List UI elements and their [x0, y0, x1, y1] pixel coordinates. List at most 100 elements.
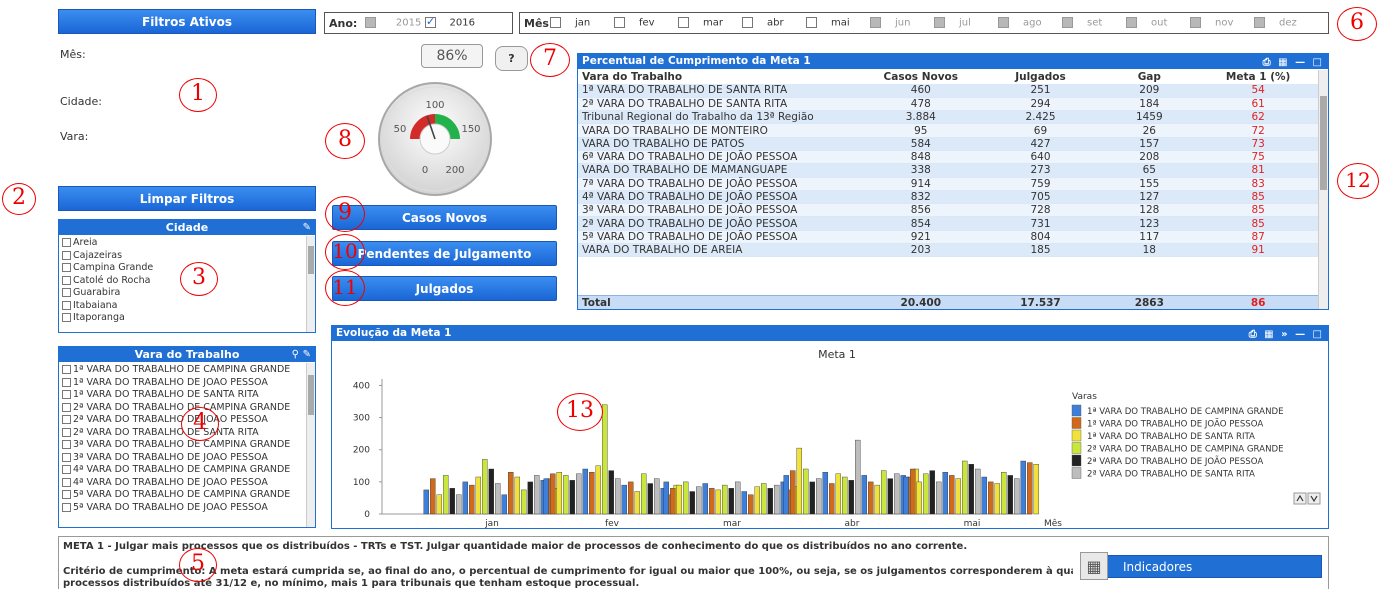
list-item[interactable]: 5ª VARA DO TRABALHO DE JOÃO PESSOA — [62, 502, 307, 515]
month-option-jul[interactable]: jul — [934, 17, 971, 29]
gauge-tick-label: 50 — [394, 124, 407, 135]
list-item[interactable]: Guarabira — [62, 287, 302, 300]
table-cell: 478 — [860, 97, 981, 112]
help-button-label: ? — [508, 52, 515, 65]
eraser-icon[interactable]: ✎ — [303, 347, 311, 362]
year-option-2015[interactable]: 2015 — [365, 17, 421, 29]
month-option-out[interactable]: out — [1126, 17, 1167, 29]
annotation-marker: 9 — [325, 196, 365, 232]
export-excel-icon[interactable]: ▦ — [1264, 329, 1275, 340]
month-option-abr[interactable]: abr — [742, 17, 784, 29]
pendentes-button[interactable]: Pendentes de Julgamento — [332, 241, 557, 266]
table-row[interactable]: VARA DO TRABALHO DE AREIA 203 185 18 91 — [578, 243, 1318, 258]
percent-display: 86% — [421, 44, 483, 68]
julgados-button[interactable]: Julgados — [332, 276, 557, 301]
list-item[interactable]: 3ª VARA DO TRABALHO DE JOÃO PESSOA — [62, 452, 307, 465]
table-row[interactable]: 6ª VARA DO TRABALHO DE JOÃO PESSOA 848 640… — [578, 150, 1318, 165]
month-option-dez[interactable]: dez — [1254, 17, 1297, 29]
annotation-marker: 4 — [181, 407, 219, 441]
list-item[interactable]: 1ª VARA DO TRABALHO DE CAMPINA GRANDE — [62, 364, 307, 377]
help-button[interactable]: ? — [495, 46, 528, 71]
table-header-row: Vara do Trabalho Casos Novos Julgados Gap Me… — [578, 70, 1318, 84]
minimize-icon[interactable]: — — [1295, 329, 1307, 340]
x-tick-label: fev — [605, 519, 620, 529]
list-item[interactable]: 5ª VARA DO TRABALHO DE CAMPINA GRANDE — [62, 489, 307, 502]
month-option-set[interactable]: set — [1062, 17, 1102, 29]
table-row[interactable]: VARA DO TRABALHO DE MAMANGUAPE 338 273 65 81 — [578, 163, 1318, 178]
vara-header: Vara do Trabalho ⚲ ✎ — [59, 347, 315, 362]
window-controls[interactable]: ⎙ ▦ — □ — [1263, 55, 1324, 70]
maximize-icon[interactable]: □ — [1313, 329, 1324, 340]
column-header[interactable]: Casos Novos — [860, 70, 981, 84]
minimize-icon[interactable]: — — [1295, 57, 1307, 68]
column-header[interactable]: Meta 1 (%) — [1198, 70, 1318, 84]
month-option-jun[interactable]: jun — [870, 17, 910, 29]
total-cell: 86 — [1198, 296, 1318, 309]
expand-icon[interactable]: » — [1281, 329, 1289, 340]
list-item[interactable]: Areia — [62, 237, 302, 250]
print-icon[interactable]: ⎙ — [1263, 57, 1273, 68]
table-row[interactable]: 3ª VARA DO TRABALHO DE JOÃO PESSOA 856 728… — [578, 203, 1318, 218]
month-option-nov[interactable]: nov — [1190, 17, 1233, 29]
scroll-thumb[interactable] — [308, 246, 314, 274]
annotation-marker: 13 — [557, 393, 603, 431]
column-header[interactable]: Gap — [1100, 70, 1199, 84]
list-item[interactable]: 4ª VARA DO TRABALHO DE JOÃO PESSOA — [62, 477, 307, 490]
list-item[interactable]: Cajazeiras — [62, 250, 302, 263]
month-option-mai[interactable]: mai — [806, 17, 850, 29]
chart-bar — [508, 471, 514, 515]
chart-bar — [501, 494, 508, 515]
search-icon[interactable]: ⚲ — [292, 347, 299, 362]
legend-scroll-up-icon[interactable] — [1293, 492, 1307, 505]
chart-bar — [923, 473, 929, 515]
chart-bar — [829, 483, 835, 515]
export-excel-icon[interactable]: ▦ — [1278, 57, 1289, 68]
clear-filters-button[interactable]: Limpar Filtros — [58, 186, 316, 211]
chart-bar — [702, 483, 708, 515]
casos-novos-button[interactable]: Casos Novos — [332, 205, 557, 230]
meta-table-scrollbar[interactable] — [1318, 70, 1328, 309]
print-icon[interactable]: ⎙ — [1249, 329, 1259, 340]
window-controls[interactable]: ⎙ ▦ » — □ — [1249, 327, 1324, 342]
filters-title: Filtros Ativos — [142, 15, 232, 29]
table-row[interactable]: 2ª VARA DO TRABALHO DE JOÃO PESSOA 854 731… — [578, 216, 1318, 231]
chart-bar — [916, 481, 922, 515]
month-option-ago[interactable]: ago — [998, 17, 1042, 29]
list-item[interactable]: Itabaiana — [62, 300, 302, 313]
month-option-mar[interactable]: mar — [678, 17, 723, 29]
cidade-scrollbar[interactable] — [306, 236, 315, 332]
list-item[interactable]: 4ª VARA DO TRABALHO DE CAMPINA GRANDE — [62, 464, 307, 477]
chart-bar — [576, 473, 582, 515]
y-tick-label: 400 — [353, 381, 370, 391]
table-cell: 1459 — [1100, 110, 1199, 125]
vara-scrollbar[interactable] — [306, 363, 315, 527]
month-option-fev[interactable]: fev — [614, 17, 655, 29]
list-item[interactable]: 1ª VARA DO TRABALHO DE SANTA RITA — [62, 389, 307, 402]
table-row[interactable]: VARA DO TRABALHO DE MONTEIRO 95 69 26 72 — [578, 123, 1318, 138]
table-row[interactable]: Tribunal Regional do Trabalho da 13ª Reg… — [578, 110, 1318, 125]
checkbox-icon — [62, 288, 71, 297]
eraser-icon[interactable]: ✎ — [303, 220, 311, 235]
legend-scroll-down-icon[interactable] — [1307, 492, 1321, 505]
scroll-thumb[interactable] — [308, 375, 314, 415]
table-row[interactable]: 1ª VARA DO TRABALHO DE SANTA RITA 460 251 2… — [578, 84, 1318, 98]
legend-title: Varas — [1072, 392, 1097, 402]
column-header[interactable]: Julgados — [980, 70, 1101, 84]
list-item[interactable]: Itaporanga — [62, 312, 302, 325]
year-option-2016[interactable]: 2016 — [425, 15, 475, 29]
maximize-icon[interactable]: □ — [1313, 57, 1324, 68]
table-row[interactable]: 4ª VARA DO TRABALHO DE JOÃO PESSOA 832 705… — [578, 190, 1318, 205]
legend-swatch — [1071, 429, 1082, 442]
column-header[interactable]: Vara do Trabalho — [578, 70, 861, 84]
total-cell: 17.537 — [980, 296, 1101, 309]
table-row[interactable]: 2ª VARA DO TRABALHO DE SANTA RITA 478 294 1… — [578, 97, 1318, 112]
list-item[interactable]: 3ª VARA DO TRABALHO DE CAMPINA GRANDE — [62, 439, 307, 452]
list-item[interactable]: 1ª VARA DO TRABALHO DE JOÃO PESSOA — [62, 377, 307, 390]
table-row[interactable]: 5ª VARA DO TRABALHO DE JOÃO PESSOA 921 804… — [578, 230, 1318, 245]
indicadores-button[interactable]: ▦ Indicadores — [1080, 552, 1322, 580]
table-row[interactable]: 7ª VARA DO TRABALHO DE JOÃO PESSOA 914 759… — [578, 177, 1318, 191]
table-row[interactable]: VARA DO TRABALHO DE PATOS 584 427 157 73 — [578, 137, 1318, 151]
month-option-jan[interactable]: jan — [550, 17, 590, 29]
chart-bar — [975, 468, 981, 515]
scroll-thumb[interactable] — [1320, 96, 1327, 190]
